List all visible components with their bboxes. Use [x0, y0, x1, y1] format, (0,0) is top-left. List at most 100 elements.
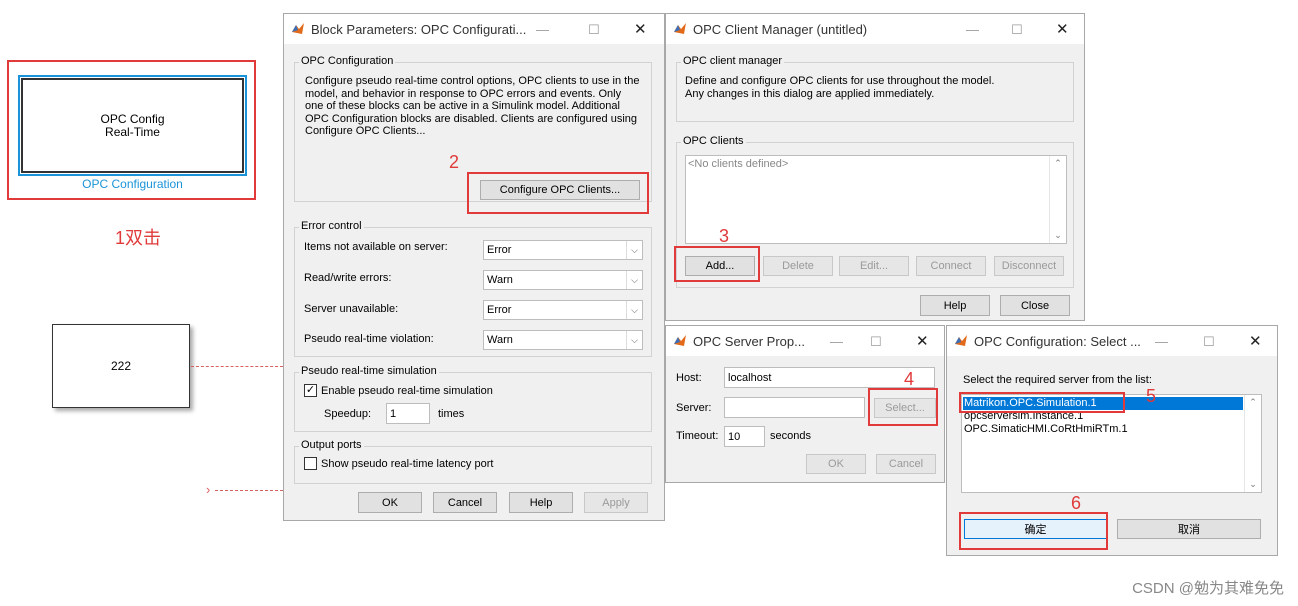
timeout-label: Timeout: — [676, 430, 719, 442]
annotation-6: 6 — [1071, 493, 1082, 513]
annotation-box-6 — [959, 512, 1108, 550]
select-server-prompt: Select the required server from the list… — [963, 374, 1152, 386]
timeout-input[interactable]: 10 — [724, 426, 765, 447]
close-icon[interactable]: ✕ — [916, 332, 929, 350]
matlab-logo-icon — [292, 23, 304, 34]
annotation-box-2 — [467, 172, 649, 214]
chevron-down-icon: ⌵ — [626, 331, 642, 349]
group-label: OPC Configuration — [299, 55, 396, 67]
timeout-unit: seconds — [770, 430, 811, 442]
server-unavailable-label: Server unavailable: — [304, 303, 399, 315]
client-manager-title: OPC Client Manager (untitled) — [693, 21, 868, 37]
close-icon[interactable]: ✕ — [1249, 332, 1262, 350]
minimize-icon[interactable]: — — [1155, 334, 1168, 349]
annotation-1: 1双击 — [115, 228, 162, 248]
annotation-3: 3 — [719, 226, 730, 246]
server-list-scrollbar[interactable]: ⌃ ⌄ — [1244, 395, 1261, 492]
maximize-icon[interactable]: ☐ — [588, 22, 600, 38]
help-button[interactable]: Help — [920, 295, 990, 316]
group-label: Pseudo real-time simulation — [299, 365, 439, 377]
select-server-titlebar: OPC Configuration: Select ... — [947, 326, 1277, 356]
clients-scrollbar[interactable]: ⌃ ⌄ — [1049, 156, 1066, 243]
description-text: Configure pseudo real-time control optio… — [305, 75, 640, 138]
delete-client-button[interactable]: Delete — [763, 256, 833, 276]
annotation-box-3 — [674, 246, 760, 282]
server-list-item[interactable]: OPC.SimaticHMI.CoRtHmiRTm.1 — [964, 423, 1128, 435]
chevron-down-icon: ⌵ — [626, 301, 642, 319]
chevron-down-icon: ⌵ — [626, 241, 642, 259]
signal-line-2 — [215, 490, 283, 491]
block-222-label: 222 — [110, 359, 132, 373]
host-label: Host: — [676, 372, 702, 384]
minimize-icon[interactable]: — — [830, 334, 843, 349]
items-not-available-label: Items not available on server: — [304, 241, 448, 253]
enable-pseudo-checkbox[interactable]: ✓ — [304, 384, 317, 397]
block-parameters-titlebar: Block Parameters: OPC Configurati... — [284, 14, 664, 44]
group-label: OPC Clients — [681, 135, 746, 147]
select-server-title: OPC Configuration: Select ... — [974, 333, 1141, 349]
chevron-up-icon[interactable]: ⌃ — [1245, 397, 1261, 408]
minimize-icon[interactable]: — — [536, 22, 549, 37]
signal-line-1 — [191, 366, 283, 367]
maximize-icon[interactable]: ☐ — [1203, 334, 1215, 350]
close-icon[interactable]: ✕ — [1056, 20, 1069, 38]
read-write-errors-label: Read/write errors: — [304, 272, 392, 284]
maximize-icon[interactable]: ☐ — [870, 334, 882, 350]
clients-list[interactable]: <No clients defined> ⌃ ⌄ — [685, 155, 1067, 244]
pseudo-violation-label: Pseudo real-time violation: — [304, 333, 434, 345]
ok-button[interactable]: OK — [806, 454, 866, 474]
cancel-button[interactable]: Cancel — [433, 492, 497, 513]
latency-port-label: Show pseudo real-time latency port — [321, 458, 494, 470]
empty-list-text: <No clients defined> — [688, 158, 789, 170]
chevron-down-icon[interactable]: ⌄ — [1245, 479, 1261, 490]
server-properties-window: OPC Server Prop... — ☐ ✕ Host: localhost… — [665, 325, 945, 483]
read-write-errors-dropdown[interactable]: Warn ⌵ — [483, 270, 643, 290]
speedup-input[interactable]: 1 — [386, 403, 430, 424]
apply-button[interactable]: Apply — [584, 492, 648, 513]
edit-client-button[interactable]: Edit... — [839, 256, 909, 276]
server-properties-title: OPC Server Prop... — [693, 333, 805, 349]
annotation-box-1 — [7, 60, 256, 200]
annotation-2: 2 — [449, 152, 460, 172]
close-button[interactable]: Close — [1000, 295, 1070, 316]
chevron-down-icon: ⌵ — [626, 271, 642, 289]
ok-button[interactable]: OK — [358, 492, 422, 513]
minimize-icon[interactable]: — — [966, 22, 979, 37]
chevron-up-icon[interactable]: ⌃ — [1050, 158, 1066, 169]
pseudo-violation-dropdown[interactable]: Warn ⌵ — [483, 330, 643, 350]
block-parameters-title: Block Parameters: OPC Configurati... — [311, 21, 527, 37]
annotation-4: 4 — [904, 369, 915, 389]
cancel-button[interactable]: 取消 — [1117, 519, 1261, 539]
client-manager-description: Define and configure OPC clients for use… — [685, 75, 995, 100]
pseudo-realtime-group: Pseudo real-time simulation — [294, 365, 652, 432]
annotation-box-5 — [959, 392, 1125, 413]
watermark: CSDN @勉为其难免免 — [1132, 580, 1284, 597]
close-icon[interactable]: ✕ — [634, 20, 647, 38]
annotation-5: 5 — [1146, 386, 1157, 406]
annotation-box-4 — [868, 388, 938, 426]
block-parameters-window: Block Parameters: OPC Configurati... — ☐… — [283, 13, 665, 521]
dropdown-value: Warn — [487, 334, 513, 346]
matlab-logo-icon — [674, 23, 686, 34]
select-server-window: OPC Configuration: Select ... — ☐ ✕ Sele… — [946, 325, 1278, 556]
server-input[interactable] — [724, 397, 865, 418]
enable-pseudo-label: Enable pseudo real-time simulation — [321, 385, 493, 397]
cancel-button[interactable]: Cancel — [876, 454, 936, 474]
maximize-icon[interactable]: ☐ — [1011, 22, 1023, 38]
group-label: Output ports — [299, 439, 364, 451]
connect-button[interactable]: Connect — [916, 256, 986, 276]
items-not-available-dropdown[interactable]: Error ⌵ — [483, 240, 643, 260]
matlab-logo-icon — [674, 335, 686, 346]
chevron-down-icon[interactable]: ⌄ — [1050, 230, 1066, 241]
latency-port-checkbox[interactable] — [304, 457, 317, 470]
client-manager-group: OPC client manager Define and configure … — [676, 55, 1074, 122]
speedup-unit: times — [438, 408, 465, 420]
arrow-head-icon: › — [206, 482, 211, 497]
server-unavailable-dropdown[interactable]: Error ⌵ — [483, 300, 643, 320]
block-222[interactable]: 222 — [52, 324, 190, 408]
group-label: Error control — [299, 220, 364, 232]
disconnect-button[interactable]: Disconnect — [994, 256, 1064, 276]
dropdown-value: Error — [487, 304, 512, 316]
help-button[interactable]: Help — [509, 492, 573, 513]
dropdown-value: Warn — [487, 274, 513, 286]
